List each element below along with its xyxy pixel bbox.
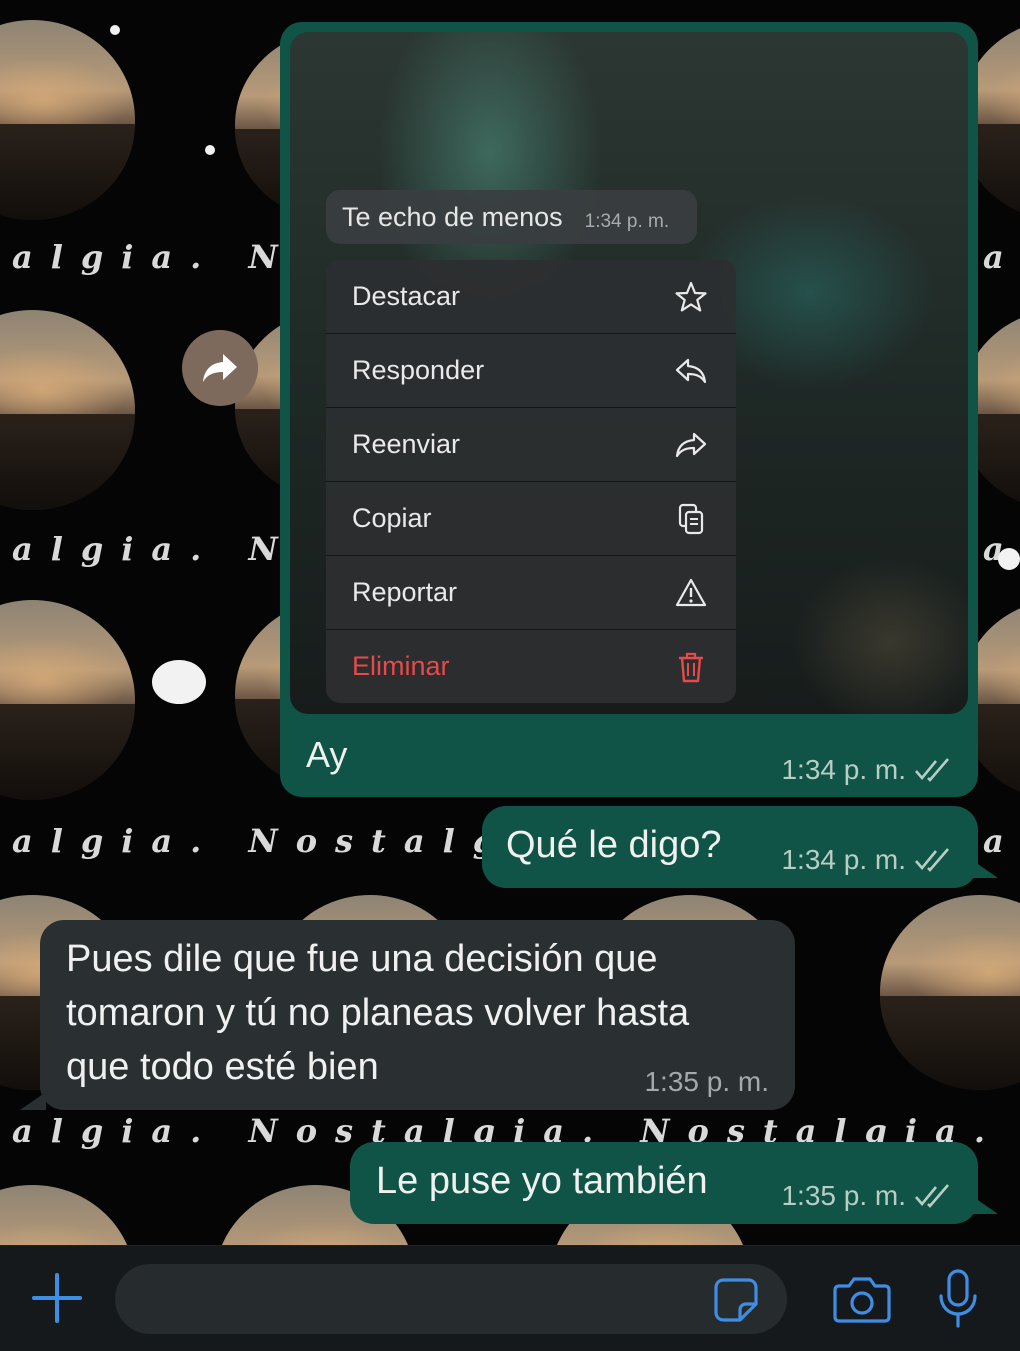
message-time: 1:34 p. m. bbox=[781, 754, 906, 785]
message-bubble-incoming[interactable]: Pues dile que fue una decisión que tomar… bbox=[40, 920, 795, 1110]
message-input-bar bbox=[0, 1245, 1020, 1351]
menu-item-destacar[interactable]: Destacar bbox=[326, 260, 736, 334]
wallpaper-dot bbox=[205, 145, 215, 155]
bubble-tail bbox=[972, 860, 998, 878]
message-meta: 1:35 p. m. bbox=[781, 1180, 954, 1212]
double-check-icon bbox=[915, 848, 949, 872]
copy-icon bbox=[678, 503, 704, 534]
trash-icon bbox=[679, 652, 703, 682]
camera-icon[interactable] bbox=[833, 1274, 891, 1324]
forward-arrow-icon bbox=[203, 354, 237, 382]
wallpaper-dot bbox=[998, 548, 1020, 570]
message-context-card: Te echo de menos 1:34 p. m. Destacar Res… bbox=[280, 22, 978, 797]
message-text-line: tomaron y tú no planeas volver hasta bbox=[66, 992, 690, 1034]
message-input[interactable] bbox=[115, 1264, 787, 1334]
message-meta: 1:34 p. m. bbox=[781, 844, 954, 876]
message-bubble-outgoing[interactable]: Le puse yo también 1:35 p. m. bbox=[350, 1142, 978, 1224]
message-text-line: que todo esté bien bbox=[66, 1046, 379, 1088]
message-bubble-outgoing[interactable]: Qué le digo? 1:34 p. m. bbox=[482, 806, 978, 888]
double-check-icon bbox=[915, 758, 949, 782]
menu-item-label: Copiar bbox=[352, 503, 432, 533]
menu-item-reenviar[interactable]: Reenviar bbox=[326, 408, 736, 482]
double-check-icon bbox=[915, 1184, 949, 1208]
wallpaper-text: a bbox=[983, 238, 1020, 276]
menu-item-reportar[interactable]: Reportar bbox=[326, 556, 736, 630]
message-text: Ay bbox=[306, 734, 348, 775]
message-time: 1:35 p. m. bbox=[781, 1180, 906, 1211]
menu-item-label: Destacar bbox=[352, 281, 461, 311]
menu-item-label: Responder bbox=[352, 355, 485, 385]
wallpaper-photo-circle bbox=[880, 895, 1020, 1090]
quoted-message-bubble[interactable]: Te echo de menos 1:34 p. m. bbox=[326, 190, 698, 244]
message-meta: 1:34 p. m. bbox=[781, 754, 954, 786]
forward-icon bbox=[675, 432, 707, 457]
wallpaper-photo-circle bbox=[0, 20, 135, 220]
warning-icon bbox=[675, 578, 707, 606]
wallpaper-photo-circle bbox=[0, 310, 135, 510]
menu-item-responder[interactable]: Responder bbox=[326, 334, 736, 408]
quoted-message-time: 1:34 p. m. bbox=[584, 211, 670, 232]
wallpaper-text: a bbox=[983, 822, 1020, 860]
message-time: 1:35 p. m. bbox=[644, 1066, 769, 1097]
wallpaper-photo-circle bbox=[0, 600, 135, 800]
bubble-tail bbox=[20, 1092, 46, 1110]
menu-item-eliminar[interactable]: Eliminar bbox=[326, 630, 736, 703]
plus-icon[interactable] bbox=[30, 1271, 84, 1325]
menu-item-label: Eliminar bbox=[352, 651, 450, 681]
message-time: 1:34 p. m. bbox=[781, 844, 906, 875]
menu-item-label: Reenviar bbox=[352, 429, 461, 459]
message-text: Le puse yo también bbox=[376, 1160, 708, 1202]
menu-item-copiar[interactable]: Copiar bbox=[326, 482, 736, 556]
wallpaper-photo-circle bbox=[0, 1185, 135, 1245]
menu-item-label: Reportar bbox=[352, 577, 458, 607]
message-text: Qué le digo? bbox=[506, 824, 722, 866]
microphone-icon[interactable] bbox=[935, 1268, 981, 1330]
bubble-tail bbox=[972, 1196, 998, 1214]
context-menu: Destacar Responder Reenviar Copiar Repor… bbox=[326, 260, 736, 703]
wallpaper-dot bbox=[152, 660, 206, 704]
message-text-line: Pues dile que fue una decisión que bbox=[66, 938, 658, 980]
wallpaper-dot bbox=[110, 25, 120, 35]
star-icon bbox=[675, 281, 707, 311]
quoted-message-text: Te echo de menos bbox=[342, 201, 563, 232]
blurred-chat-preview: Te echo de menos 1:34 p. m. Destacar Res… bbox=[290, 32, 968, 714]
forward-shortcut-button[interactable] bbox=[182, 330, 258, 406]
reply-icon bbox=[675, 358, 707, 383]
sticker-icon[interactable] bbox=[712, 1276, 760, 1324]
